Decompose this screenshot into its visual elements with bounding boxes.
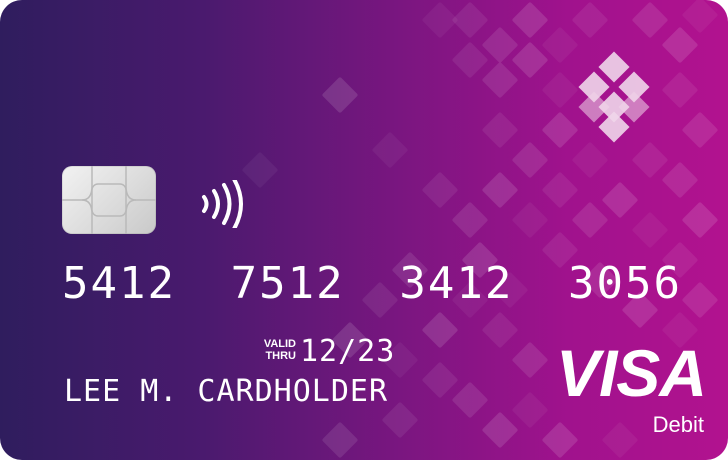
pattern-diamond (512, 202, 548, 238)
emv-chip-icon (62, 166, 156, 234)
card-number-group-1: 5412 (62, 257, 176, 309)
pattern-diamond (542, 422, 578, 458)
pattern-diamond (482, 172, 518, 208)
pattern-diamond (322, 77, 358, 113)
pattern-diamond (542, 72, 578, 108)
pattern-diamond (452, 202, 488, 238)
diamond-logo-icon (578, 51, 650, 143)
pattern-diamond (452, 382, 488, 418)
pattern-diamond (452, 2, 488, 38)
pattern-diamond (632, 142, 668, 178)
card-number-group-3: 3412 (399, 257, 514, 309)
pattern-diamond (422, 362, 458, 398)
expiry-date: 12/23 (300, 334, 396, 369)
pattern-diamond (322, 422, 358, 458)
pattern-diamond (572, 142, 608, 178)
pattern-diamond (452, 42, 488, 78)
pattern-diamond (542, 112, 578, 148)
pattern-diamond (512, 42, 548, 78)
pattern-diamond (682, 202, 718, 238)
card-number-group-4: 3056 (568, 257, 682, 309)
pattern-diamond (482, 112, 518, 148)
valid-label-line2: THRU (265, 350, 296, 362)
pattern-diamond (542, 172, 578, 208)
pattern-diamond (482, 62, 518, 98)
pattern-diamond (372, 132, 408, 168)
pattern-diamond (482, 412, 518, 448)
cardholder-name: LEE M. CARDHOLDER (64, 374, 389, 409)
pattern-diamond (682, 112, 718, 148)
pattern-diamond (422, 312, 458, 348)
valid-thru-label: VALID THRU (252, 338, 296, 362)
pattern-diamond (512, 2, 548, 38)
debit-card: 5412 7512 3412 3056 VALID THRU 12/23 LEE… (0, 0, 728, 460)
pattern-diamond (662, 27, 698, 63)
pattern-diamond (482, 312, 518, 348)
pattern-diamond (662, 72, 698, 108)
valid-label-line1: VALID (263, 338, 296, 350)
visa-logo: VISA (555, 336, 707, 410)
card-type-label: Debit (652, 412, 704, 437)
pattern-diamond (542, 27, 578, 63)
pattern-diamond (602, 182, 638, 218)
contactless-icon (202, 180, 243, 228)
pattern-diamond (422, 172, 458, 208)
pattern-diamond (662, 162, 698, 198)
card-number-group-2: 7512 (230, 257, 345, 309)
pattern-diamond (572, 202, 608, 238)
card-number: 5412 7512 3412 3056 (62, 255, 682, 311)
pattern-diamond (682, 282, 718, 318)
pattern-diamond (682, 0, 718, 33)
pattern-diamond (632, 2, 668, 38)
pattern-diamond (512, 142, 548, 178)
pattern-diamond (482, 27, 518, 63)
pattern-diamond (572, 2, 608, 38)
pattern-diamond (632, 212, 668, 248)
